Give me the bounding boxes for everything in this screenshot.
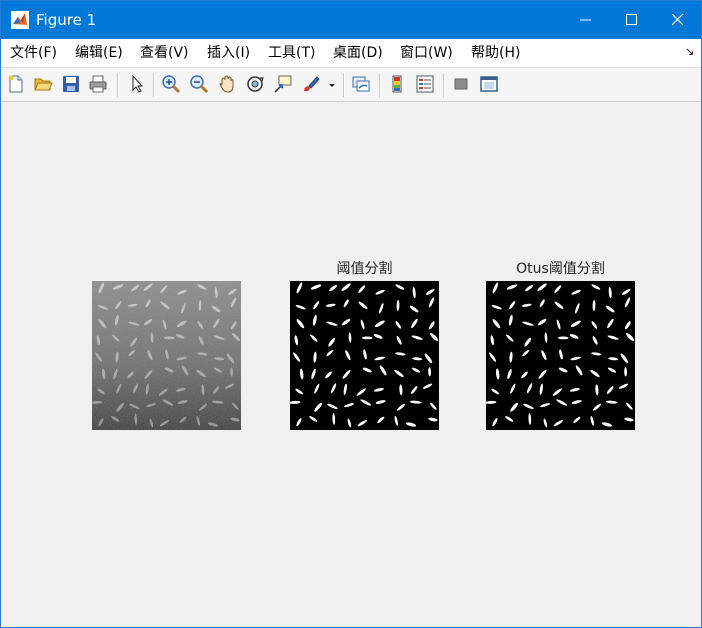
menu-desktop[interactable]: 桌面(D): [333, 45, 383, 61]
figure-toolbar: [1, 68, 701, 102]
subplot-otsu-image[interactable]: [486, 281, 635, 430]
menu-view[interactable]: 查看(V): [140, 45, 189, 61]
save-icon[interactable]: [61, 74, 81, 94]
brush-dropdown-icon[interactable]: [327, 74, 337, 94]
open-file-icon[interactable]: [33, 74, 53, 94]
close-icon: [672, 14, 684, 26]
colorbar-icon[interactable]: [387, 74, 407, 94]
subplot-grayscale-image[interactable]: [92, 281, 241, 430]
toolbar-separator: [443, 73, 445, 97]
grayscale-rice-image: [92, 281, 241, 430]
rotate-3d-icon[interactable]: [245, 74, 265, 94]
show-plot-tools-icon[interactable]: [479, 74, 499, 94]
threshold-binary-image: [290, 281, 439, 430]
subplot-title-threshold: 阈值分割: [336, 261, 393, 277]
menu-window[interactable]: 窗口(W): [400, 45, 453, 61]
menu-edit[interactable]: 编辑(E): [75, 45, 123, 61]
zoom-in-icon[interactable]: [161, 74, 181, 94]
edit-plot-arrow-icon[interactable]: [127, 74, 147, 94]
minimize-button[interactable]: [563, 1, 609, 39]
brush-icon[interactable]: [301, 74, 321, 94]
minimize-icon: [580, 19, 591, 21]
toolbar-separator: [379, 73, 381, 97]
legend-icon[interactable]: [415, 74, 435, 94]
subplot-threshold-image[interactable]: [290, 281, 439, 430]
menu-overflow-icon[interactable]: ↘: [685, 45, 694, 58]
menu-file[interactable]: 文件(F): [10, 45, 57, 61]
matlab-icon: [11, 11, 29, 29]
hide-plot-tools-icon[interactable]: [451, 74, 471, 94]
data-cursor-icon[interactable]: [273, 74, 293, 94]
menu-insert[interactable]: 插入(I): [207, 45, 250, 61]
pan-hand-icon[interactable]: [217, 74, 237, 94]
maximize-icon: [626, 14, 637, 25]
new-figure-icon[interactable]: [6, 74, 26, 94]
figure-window: Figure 1 文件(F) 编辑(E) 查看(V) 插入(I) 工具(T) 桌…: [0, 0, 702, 628]
toolbar-separator: [343, 73, 345, 97]
print-icon[interactable]: [88, 74, 108, 94]
link-plot-icon[interactable]: [351, 74, 371, 94]
otsu-binary-image: [486, 281, 635, 430]
close-button[interactable]: [655, 1, 701, 39]
subplot-title-otsu: Otus阈值分割: [516, 261, 605, 277]
toolbar-separator: [153, 73, 155, 97]
figure-canvas[interactable]: 阈值分割 Otus阈值分割: [1, 102, 701, 627]
window-title: Figure 1: [36, 11, 97, 29]
menu-help[interactable]: 帮助(H): [471, 45, 520, 61]
menu-bar: 文件(F) 编辑(E) 查看(V) 插入(I) 工具(T) 桌面(D) 窗口(W…: [1, 39, 701, 68]
zoom-out-icon[interactable]: [189, 74, 209, 94]
menu-tools[interactable]: 工具(T): [268, 45, 315, 61]
toolbar-separator: [117, 73, 119, 97]
maximize-button[interactable]: [609, 1, 655, 39]
title-bar[interactable]: Figure 1: [1, 1, 701, 39]
